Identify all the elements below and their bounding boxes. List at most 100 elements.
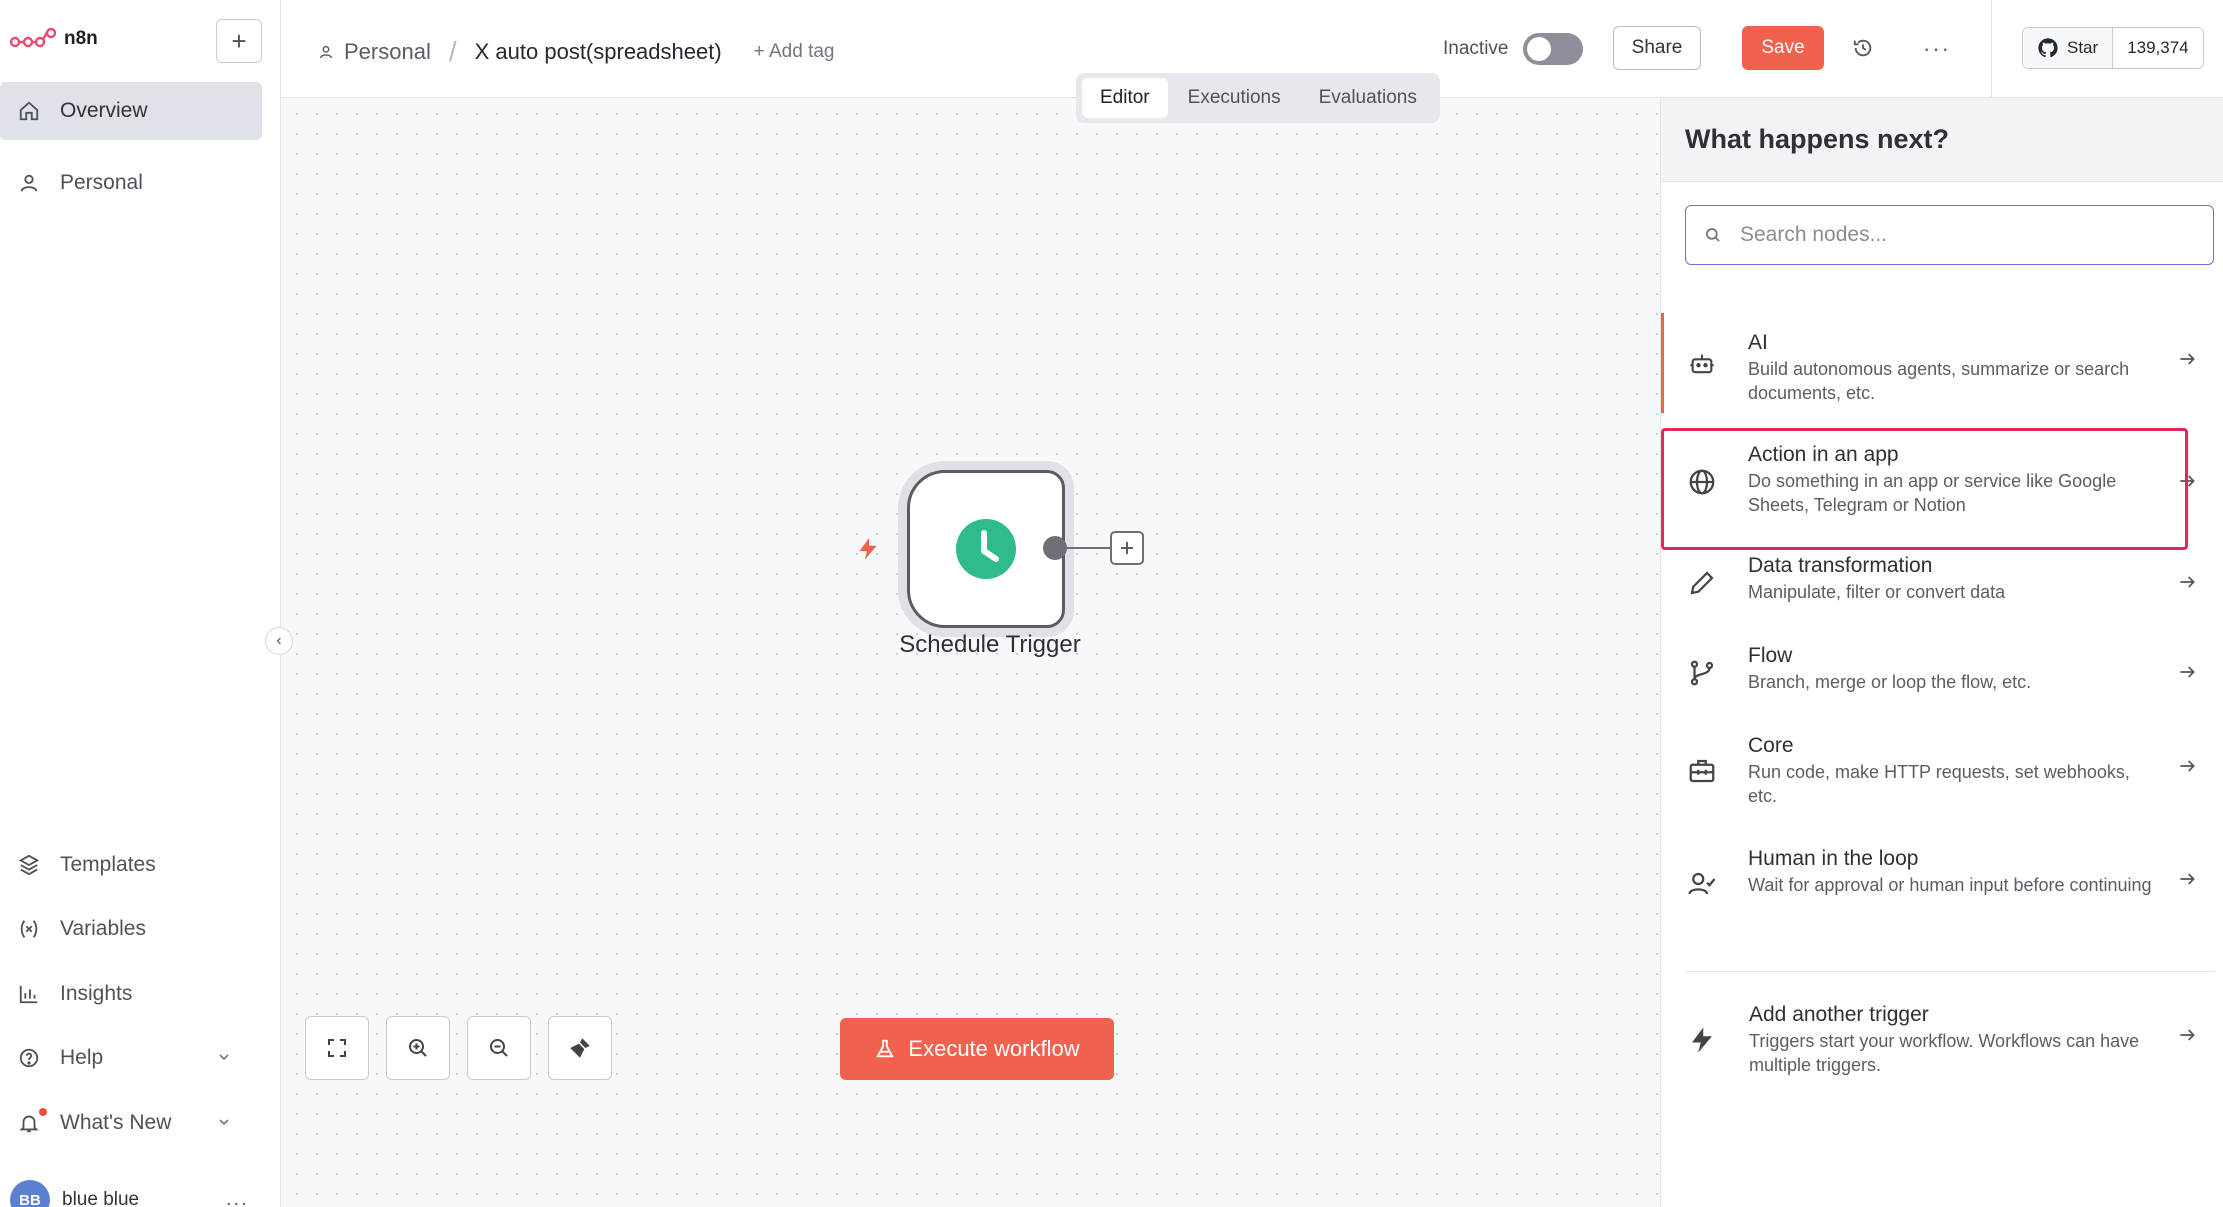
n8n-logo-icon [10,28,56,48]
arrow-right-icon [2180,760,2195,772]
sidebar-item-templates[interactable]: Templates [0,836,262,894]
create-new-button[interactable]: + [216,19,262,63]
clock-icon [956,519,1016,579]
more-options-button[interactable]: ··· [1923,36,1951,62]
sidebar-item-label: What's New [60,1111,172,1134]
sidebar-item-help[interactable]: Help [0,1029,262,1087]
category-desc: Triggers start your workflow. Workflows … [1749,1031,2140,1075]
sidebar: n8n + Overview Personal Templates Variab… [0,0,281,1207]
logo-text: n8n [64,28,98,49]
breadcrumb-project[interactable]: Personal [344,39,431,65]
user-more-button[interactable]: ... [226,1188,249,1207]
sidebar-item-label: Insights [60,982,133,1005]
tab-evaluations[interactable]: Evaluations [1301,78,1435,118]
category-desc: Build autonomous agents, summarize or se… [1748,359,2130,403]
tidy-up-button[interactable] [548,1016,612,1080]
github-star-count[interactable]: 139,374 [2113,28,2203,68]
execute-workflow-label: Execute workflow [908,1036,1080,1061]
category-data-transformation[interactable]: Data transformation Manipulate, filter o… [1661,554,2223,634]
add-node-button[interactable] [1110,531,1144,565]
node-creator-panel: What happens next? AI Build autonomous a… [1660,98,2223,1207]
workflow-name[interactable]: X auto post(spreadsheet) [475,39,722,65]
sidebar-item-insights[interactable]: Insights [0,965,262,1023]
github-star-label: Star [2067,38,2099,57]
category-title: Data transformation [1748,554,1933,577]
share-button[interactable]: Share [1613,26,1701,70]
zoom-in-button[interactable] [386,1016,450,1080]
category-action-in-app[interactable]: Action in an app Do something in an app … [1661,431,2223,541]
active-status-label: Inactive [1443,38,1509,59]
category-core[interactable]: Core Run code, make HTTP requests, set w… [1661,734,2223,834]
panel-title: What happens next? [1661,98,2223,182]
search-box [1685,205,2214,265]
category-desc: Manipulate, filter or convert data [1748,582,2006,602]
header-divider [1991,0,1992,98]
sidebar-item-label: Help [60,1046,104,1069]
category-flow[interactable]: Flow Branch, merge or loop the flow, etc… [1661,644,2223,724]
bolt-icon [1692,1027,1712,1053]
branch-icon [1690,660,1714,686]
avatar: BB [10,1180,50,1207]
zoom-out-button[interactable] [467,1016,531,1080]
trigger-bolt-icon [859,538,877,560]
category-title: Action in an app [1748,443,1899,466]
execute-workflow-button[interactable]: Execute workflow [840,1018,1114,1080]
search-input[interactable] [1740,223,2180,247]
category-add-another-trigger[interactable]: Add another trigger Triggers start your … [1661,1003,2223,1103]
arrow-right-icon [2180,475,2195,487]
sidebar-item-overview[interactable]: Overview [0,82,262,140]
category-desc: Run code, make HTTP requests, set webhoo… [1748,762,2130,806]
flask-icon [876,1039,895,1058]
toolbox-icon [1689,759,1715,783]
category-title: AI [1748,331,1768,354]
node-output-handle[interactable] [1043,536,1067,560]
breadcrumb: Personal / X auto post(spreadsheet) + Ad… [318,36,835,68]
tab-executions[interactable]: Executions [1170,78,1299,118]
broom-icon [570,1038,590,1058]
sidebar-item-label: Variables [60,917,146,940]
chart-icon [19,985,38,1004]
zoom-to-fit-button[interactable] [305,1016,369,1080]
github-star-widget: Star 139,374 [2022,27,2204,69]
robot-icon [1690,354,1714,374]
user-icon [20,174,38,192]
sidebar-item-label: Overview [60,99,148,122]
tab-editor[interactable]: Editor [1082,78,1168,118]
category-title: Add another trigger [1749,1003,1929,1026]
sidebar-item-label: Personal [60,171,143,194]
user-check-icon [1688,872,1716,895]
user-menu[interactable]: BB blue blue [10,1180,139,1207]
sidebar-item-personal[interactable]: Personal [0,154,262,212]
box-icon [18,854,40,876]
category-desc: Branch, merge or loop the flow, etc. [1748,672,2032,692]
category-ai[interactable]: AI Build autonomous agents, summarize or… [1661,313,2223,413]
category-title: Flow [1748,644,1793,667]
node-label: Schedule Trigger [899,631,1081,658]
home-icon [19,101,39,121]
chevron-left-icon [276,637,282,645]
search-icon [1706,228,1720,242]
collapse-sidebar-button[interactable] [265,627,293,655]
save-button[interactable]: Save [1742,26,1824,70]
category-title: Human in the loop [1748,847,1919,870]
github-icon [2038,38,2058,58]
category-desc: Wait for approval or human input before … [1748,875,2152,895]
plus-icon [1121,542,1133,554]
connection-line [1067,547,1111,549]
arrow-right-icon [2180,576,2195,588]
panel-divider [1685,971,2214,972]
category-human-in-the-loop[interactable]: Human in the loop Wait for approval or h… [1661,847,2223,947]
sidebar-item-variables[interactable]: Variables [0,900,262,958]
schedule-trigger-node[interactable] [907,470,1065,628]
chevron-down-icon [219,1054,229,1061]
sidebar-item-label: Templates [60,853,156,876]
sidebar-item-whats-new[interactable]: What's New [0,1094,262,1152]
pen-icon [1690,571,1714,595]
active-toggle[interactable] [1523,33,1583,65]
history-icon[interactable] [1852,37,1874,59]
zoom-in-icon [409,1039,427,1057]
github-star-button[interactable]: Star [2023,28,2114,68]
logo[interactable]: n8n [10,28,98,50]
add-tag-button[interactable]: + Add tag [754,41,835,63]
arrow-right-icon [2180,873,2195,885]
